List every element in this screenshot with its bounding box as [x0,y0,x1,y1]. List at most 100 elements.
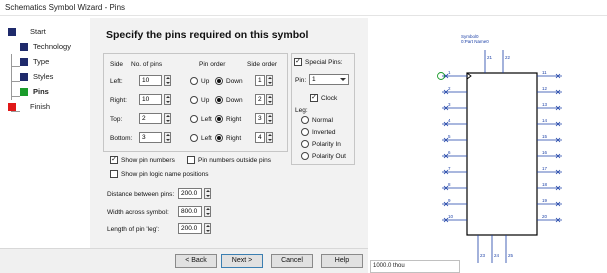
radio-label: Left [201,116,212,123]
leg-option-label: Polarity In [312,141,341,148]
leg-normal-radio[interactable] [301,116,309,124]
radio-label: Right [226,116,242,123]
right-pins-spinner[interactable] [164,94,171,105]
step-marker-icon [20,88,28,96]
title-bar: Schematics Symbol Wizard - Pins [0,0,607,16]
right-order-up-radio[interactable] [190,96,198,104]
clock-checkbox[interactable]: ✓ [310,94,318,102]
top-side-order-input[interactable]: 3 [255,113,265,124]
pin-right-number: 13 [542,102,548,107]
pin-top-number: 21 [487,55,493,60]
leg-length-spinner[interactable] [204,223,211,234]
back-button[interactable]: < Back [175,254,217,268]
left-side-order-input[interactable]: 1 [255,75,265,86]
bottom-order-right-radio[interactable] [215,134,223,142]
row-side-label: Left: [110,78,123,85]
right-pins-input[interactable]: 10 [139,94,162,105]
leg-length-input[interactable]: 200.0 [178,223,202,234]
width-input[interactable]: 800.0 [178,206,202,217]
pin-right-number: 15 [542,134,548,139]
bottom-order-left-radio[interactable] [190,134,198,142]
clock-symbol-icon [466,72,472,80]
leg-length-label: Length of pin 'leg': [107,226,160,233]
pin-left-number: 8 [448,182,451,187]
step-finish[interactable]: Finish [8,102,90,114]
right-side-order-spinner[interactable] [266,94,273,105]
bottom-side-order-spinner[interactable] [266,132,273,143]
page-title: Specify the pins required on this symbol [106,29,309,41]
left-order-up-radio[interactable] [190,77,198,85]
left-pins-input[interactable]: 10 [139,75,162,86]
top-side-order-spinner[interactable] [266,113,273,124]
leg-option-label: Normal [312,117,333,124]
top-pins-input[interactable]: 2 [139,113,162,124]
distance-spinner[interactable] [204,188,211,199]
step-label: Finish [30,102,51,111]
pin-left-number: 5 [448,134,451,139]
cancel-button[interactable]: Cancel [271,254,313,268]
button-bar: < Back Next > Cancel Help [0,248,368,273]
pin-left-number: 3 [448,102,451,107]
top-pins-spinner[interactable] [164,113,171,124]
left-order-down-radio[interactable] [215,77,223,85]
special-pins-checkbox[interactable]: ✓ [294,58,302,66]
pin-right-number: 11 [542,70,547,75]
bottom-side-order-input[interactable]: 4 [255,132,265,143]
pin-left-number: 7 [448,166,451,171]
show-pin-numbers-checkbox[interactable]: ✓ [110,156,118,164]
bottom-pins-spinner[interactable] [164,132,171,143]
pin-right-number: 12 [542,86,548,91]
step-marker-icon [8,28,16,36]
leg-polarity-in-radio[interactable] [301,140,309,148]
show-logic-names-label: Show pin logic name positions [121,171,209,178]
radio-label: Left [201,135,212,142]
part-name-label: 0:Part Name0 [461,39,489,44]
next-button[interactable]: Next > [221,254,263,268]
pin-right-number: 17 [542,166,548,171]
width-spinner[interactable] [204,206,211,217]
pin-left-number: 6 [448,150,451,155]
step-technology[interactable]: Technology [8,42,90,54]
pin-left-number: 10 [448,214,454,219]
step-pins[interactable]: Pins [8,87,90,99]
pin-left-number: 9 [448,198,451,203]
left-pins-spinner[interactable] [164,75,171,86]
step-marker-icon [20,43,28,51]
step-start[interactable]: Start [8,27,90,39]
right-side-order-input[interactable]: 2 [255,94,265,105]
right-order-down-radio[interactable] [215,96,223,104]
leg-polarity-out-radio[interactable] [301,152,309,160]
top-order-right-radio[interactable] [215,115,223,123]
header-side-order: Side order [247,61,277,68]
symbol-preview-canvas: Symbol00:Part Name0123456789101112131415… [437,34,562,263]
pin-bottom-number: 25 [508,253,514,258]
step-marker-icon [20,58,28,66]
chevron-down-icon [340,78,346,81]
step-type[interactable]: Type [8,57,90,69]
radio-label: Right [226,135,242,142]
step-marker-icon [8,103,16,111]
pin-right-number: 20 [542,214,548,219]
pin-numbers-outside-checkbox[interactable] [187,156,195,164]
special-pins-label: Special Pins: [305,59,343,66]
pin-left-number: 1 [448,70,451,75]
header-pin-order: Pin order [199,61,226,68]
help-button[interactable]: Help [321,254,363,268]
pin-top-number: 22 [505,55,511,60]
pin-label: Pin: [295,77,307,84]
pin-right-number: 16 [542,150,548,155]
pin-numbers-outside-label: Pin numbers outside pins [198,157,271,164]
bottom-pins-input[interactable]: 3 [139,132,162,143]
radio-label: Up [201,97,210,104]
step-styles[interactable]: Styles [8,72,90,84]
left-side-order-spinner[interactable] [266,75,273,86]
pin-right-number: 14 [542,118,548,123]
step-label: Pins [33,87,49,96]
top-order-left-radio[interactable] [190,115,198,123]
leg-inverted-radio[interactable] [301,128,309,136]
distance-input[interactable]: 200.0 [178,188,202,199]
window-title: Schematics Symbol Wizard - Pins [5,3,126,12]
step-marker-icon [20,73,28,81]
pin-select[interactable]: 1 [309,74,349,85]
show-logic-names-checkbox[interactable] [110,170,118,178]
